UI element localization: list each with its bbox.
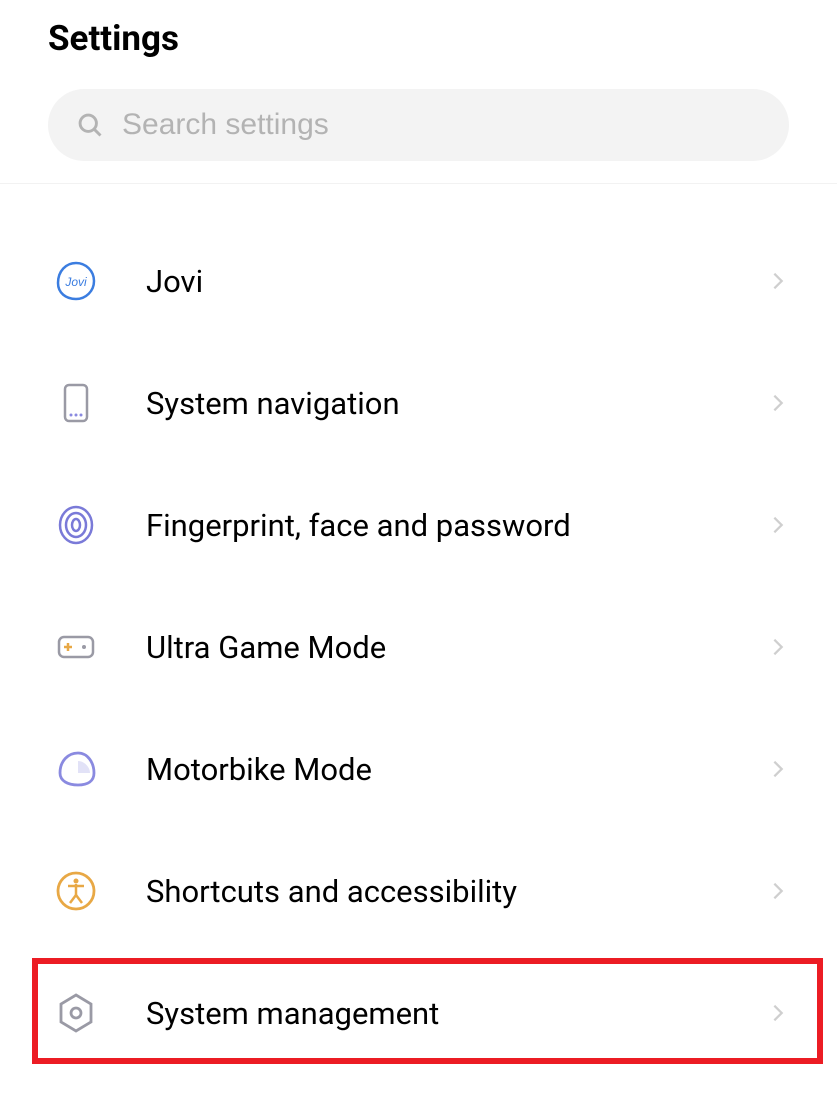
chevron-right-icon (767, 636, 789, 658)
settings-item-jovi[interactable]: Jovi Jovi (0, 220, 837, 342)
settings-item-motorbike-mode[interactable]: Motorbike Mode (0, 708, 837, 830)
gear-icon (54, 991, 98, 1035)
fingerprint-icon (54, 503, 98, 547)
item-label: Jovi (146, 263, 767, 300)
chevron-right-icon (767, 514, 789, 536)
chevron-right-icon (767, 880, 789, 902)
settings-list: Jovi Jovi System navigation (0, 184, 837, 1074)
item-label: Fingerprint, face and password (146, 507, 767, 544)
item-label: Motorbike Mode (146, 751, 767, 788)
header: Settings (0, 0, 837, 89)
settings-item-ultra-game-mode[interactable]: Ultra Game Mode (0, 586, 837, 708)
helmet-icon (54, 747, 98, 791)
settings-item-system-navigation[interactable]: System navigation (0, 342, 837, 464)
chevron-right-icon (767, 270, 789, 292)
item-label: System navigation (146, 385, 767, 422)
page-title: Settings (48, 18, 789, 59)
search-input[interactable] (122, 108, 761, 142)
item-label: Ultra Game Mode (146, 629, 767, 666)
phone-icon (54, 381, 98, 425)
settings-item-system-management[interactable]: System management (0, 952, 837, 1074)
chevron-right-icon (767, 392, 789, 414)
settings-item-fingerprint[interactable]: Fingerprint, face and password (0, 464, 837, 586)
item-label: System management (146, 995, 767, 1032)
chevron-right-icon (767, 758, 789, 780)
item-label: Shortcuts and accessibility (146, 873, 767, 910)
svg-text:Jovi: Jovi (64, 275, 87, 289)
search-container (0, 89, 837, 183)
accessibility-icon (54, 869, 98, 913)
jovi-icon: Jovi (54, 259, 98, 303)
settings-item-shortcuts-accessibility[interactable]: Shortcuts and accessibility (0, 830, 837, 952)
chevron-right-icon (767, 1002, 789, 1024)
search-bar[interactable] (48, 89, 789, 161)
gamepad-icon (54, 625, 98, 669)
search-icon (76, 111, 104, 139)
